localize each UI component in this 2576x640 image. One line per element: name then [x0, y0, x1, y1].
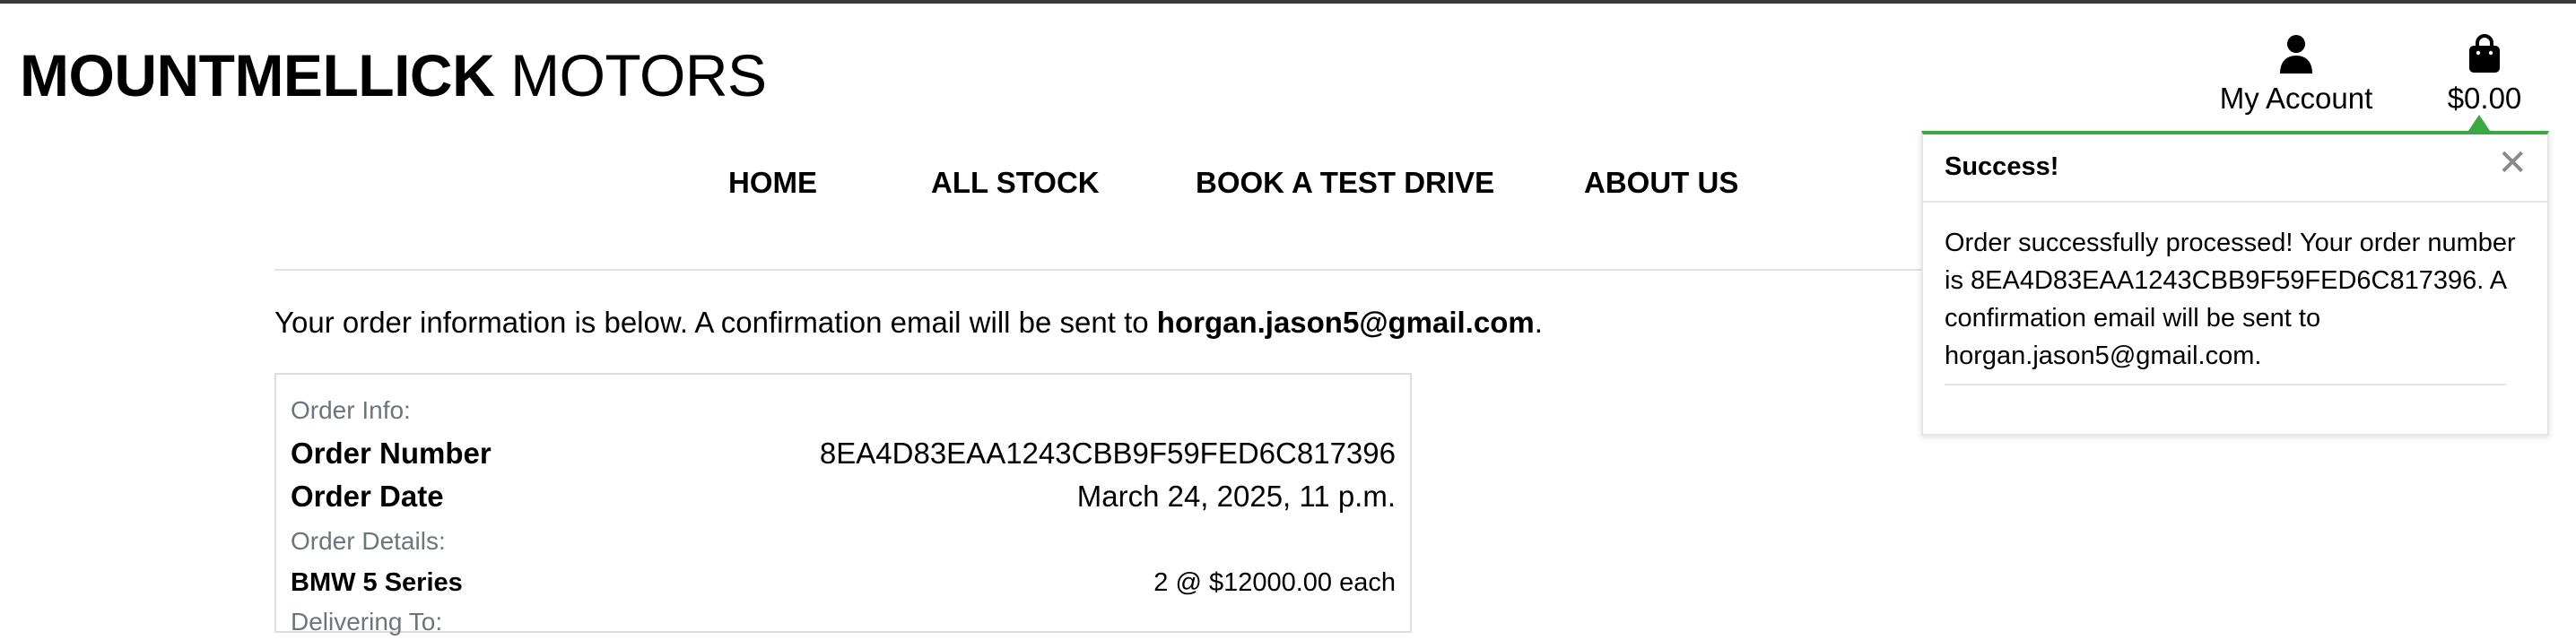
shopping-bag-icon: [2469, 34, 2500, 73]
order-number-label: Order Number: [291, 437, 492, 470]
order-item-row: BMW 5 Series 2 @ $12000.00 each: [291, 563, 1396, 602]
order-card: Order Info: Order Number 8EA4D83EAA1243C…: [274, 373, 1412, 636]
toast-header: Success! ✕: [1923, 134, 2547, 203]
order-item-qty-price: 2 @ $12000.00 each: [1153, 568, 1396, 597]
shopping-bag-button[interactable]: $0.00: [2440, 34, 2529, 117]
order-number-row: Order Number 8EA4D83EAA1243CBB9F59FED6C8…: [291, 432, 1396, 475]
order-date-value: March 24, 2025, 11 p.m.: [1076, 480, 1396, 513]
toast-title: Success!: [1945, 152, 2059, 181]
nav-book-test-drive[interactable]: BOOK A TEST DRIVE: [1196, 161, 1494, 204]
order-info-heading: Order Info:: [291, 396, 411, 424]
intro-end: .: [1534, 306, 1543, 339]
close-icon[interactable]: ✕: [2497, 145, 2528, 181]
logo-light: MOTORS: [510, 42, 767, 108]
nav-all-stock[interactable]: ALL STOCK: [931, 161, 1100, 204]
order-date-row: Order Date March 24, 2025, 11 p.m.: [291, 475, 1396, 518]
order-details-heading: Order Details:: [291, 527, 446, 555]
order-number-value: 8EA4D83EAA1243CBB9F59FED6C817396: [819, 437, 1396, 470]
logo-bold: MOUNTMELLICK: [20, 42, 495, 108]
nav-home[interactable]: HOME: [728, 161, 817, 204]
intro-email: horgan.jason5@gmail.com: [1156, 306, 1535, 339]
toast-message: Order successfully processed! Your order…: [1945, 229, 2516, 370]
bag-total: $0.00: [2447, 82, 2522, 115]
site-logo[interactable]: MOUNTMELLICK MOTORS: [20, 39, 767, 111]
order-intro: Your order information is below. A confi…: [274, 301, 1543, 344]
my-account-button[interactable]: My Account: [2215, 34, 2377, 117]
top-border: [0, 0, 2576, 4]
toast-pointer: [2468, 115, 2490, 131]
order-item-name: BMW 5 Series: [291, 568, 463, 597]
delivery-heading: Delivering To:: [291, 608, 443, 636]
toast-divider: [1945, 384, 2506, 385]
nav-about-us[interactable]: ABOUT US: [1584, 161, 1738, 204]
user-icon: [2280, 35, 2312, 74]
success-toast: Success! ✕ Order successfully processed!…: [1921, 115, 2549, 436]
order-date-label: Order Date: [291, 480, 444, 513]
intro-text: Your order information is below. A confi…: [274, 306, 1157, 339]
account-label: My Account: [2219, 82, 2373, 115]
